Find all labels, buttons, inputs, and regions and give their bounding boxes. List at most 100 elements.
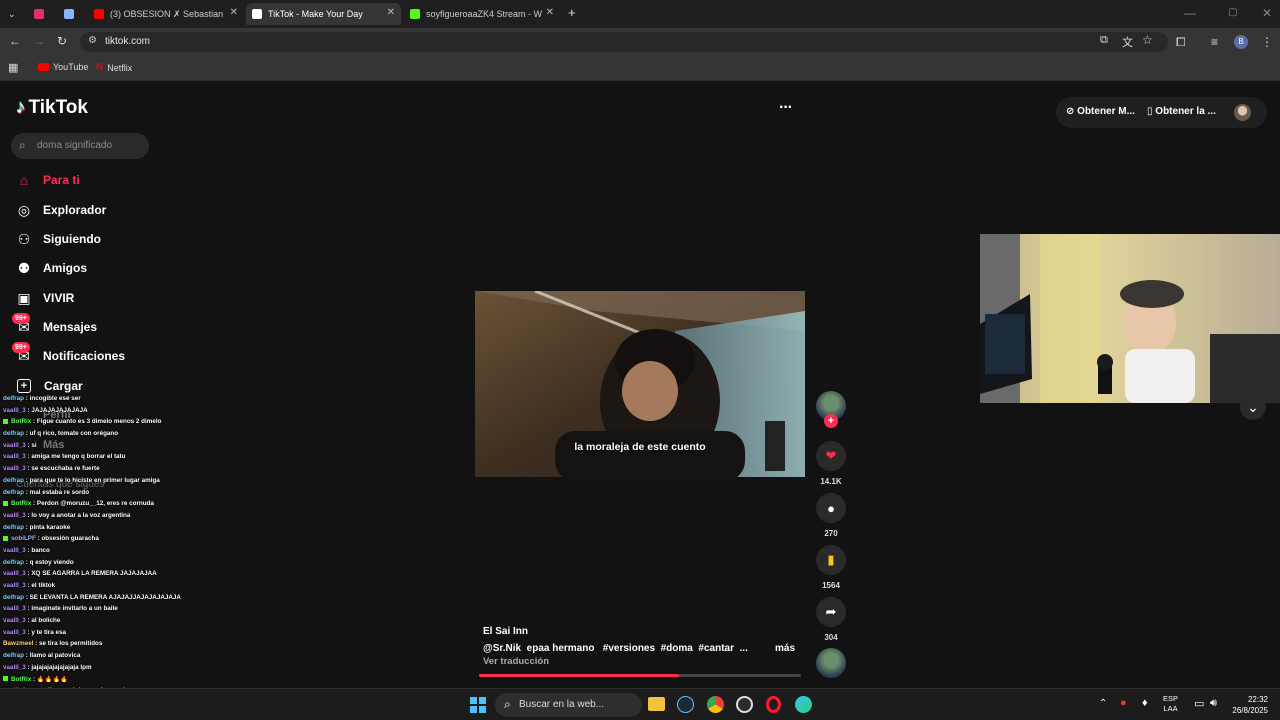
chat-text: : si bbox=[25, 441, 37, 449]
chat-message: vaalll_3 : el tiktok bbox=[0, 580, 260, 592]
share-icon[interactable]: ➦ bbox=[816, 597, 846, 627]
more-link[interactable]: más bbox=[775, 643, 795, 654]
nav-mensajes[interactable]: ✉ 99+ Mensajes bbox=[12, 313, 97, 339]
chat-username: vaalll_3 bbox=[3, 406, 26, 414]
chat-username: delfrap bbox=[3, 593, 24, 601]
video-caption: la moraleja de este cuento bbox=[574, 441, 706, 453]
tab-youtube[interactable]: (3) OBSESION ✗ Sebastian ✕ bbox=[88, 3, 244, 25]
chat-text: : se escuchaba re fuerte bbox=[25, 465, 100, 473]
chat-message: vaalll_3 : jajajajajajajajaja lpm bbox=[0, 662, 260, 674]
forward-icon[interactable]: → bbox=[33, 34, 45, 48]
extensions-icon[interactable]: ⧠ bbox=[1176, 35, 1186, 49]
chat-text: : para que te lo hiciste en primer lugar… bbox=[24, 476, 160, 484]
taskbar-search[interactable]: ⌕ Buscar en la web... bbox=[495, 693, 642, 717]
search-input[interactable]: doma significado bbox=[37, 140, 112, 151]
install-icon[interactable]: ⧉ bbox=[1100, 34, 1108, 47]
save-action[interactable]: ▮ 1564 bbox=[816, 545, 846, 590]
heart-icon[interactable]: ❤ bbox=[816, 441, 846, 471]
get-coins-button[interactable]: ⊘ Obtener M... bbox=[1066, 106, 1135, 117]
chat-text: : lo voy a anotar a la voz argentina bbox=[25, 511, 131, 519]
get-app-button[interactable]: ▯ Obtener la ... bbox=[1147, 106, 1216, 117]
tab-title: TikTok - Make Your Day bbox=[268, 9, 363, 19]
search-box[interactable]: ⌕ doma significado bbox=[11, 133, 149, 159]
user-avatar[interactable] bbox=[1234, 104, 1251, 121]
microphone-icon[interactable]: ♦ bbox=[1142, 697, 1148, 709]
nav-siguiendo[interactable]: ⚇ Siguiendo bbox=[15, 227, 101, 251]
address-bar[interactable]: ⚙ tiktok.com ⧉ 文 ☆ bbox=[80, 32, 1168, 52]
file-explorer-icon[interactable] bbox=[648, 697, 665, 711]
bookmark-star-icon[interactable]: ☆ bbox=[1142, 33, 1153, 47]
reload-icon[interactable]: ↻ bbox=[57, 34, 67, 48]
reading-list-icon[interactable]: ≡ bbox=[1211, 35, 1218, 49]
video-player[interactable]: la moraleja de este cuento bbox=[475, 291, 805, 477]
like-action[interactable]: ❤ 14.1K bbox=[816, 441, 846, 486]
menu-icon[interactable]: ⋮ bbox=[1261, 35, 1273, 49]
nav-label: VIVIR bbox=[43, 291, 75, 305]
comment-icon[interactable]: ● bbox=[816, 493, 846, 523]
close-tab-icon[interactable]: ✕ bbox=[541, 7, 554, 18]
nav-para-ti[interactable]: ⌂ Para ti bbox=[15, 168, 80, 192]
tray-overflow-icon[interactable]: ⌃ bbox=[1099, 698, 1107, 709]
edge-icon[interactable] bbox=[795, 696, 812, 713]
chat-message: delfrap : SE LEVANTA LA REMERA AJAJAJJAJ… bbox=[0, 592, 260, 604]
close-tab-icon[interactable]: ✕ bbox=[225, 7, 238, 18]
chat-text: : al boliche bbox=[25, 617, 61, 625]
translate-link[interactable]: Ver traducción bbox=[483, 656, 549, 667]
home-icon: ⌂ bbox=[19, 172, 29, 188]
site-info-icon[interactable]: ⚙ bbox=[88, 35, 97, 46]
back-icon[interactable]: ← bbox=[9, 34, 21, 48]
close-window-icon[interactable]: ✕ bbox=[1262, 6, 1272, 20]
following-icon: ⚇ bbox=[17, 230, 31, 247]
tab-tiktok[interactable]: TikTok - Make Your Day ✕ bbox=[246, 3, 401, 25]
tab-kick[interactable]: soyfigueroaaZK4 Stream - Wat ✕ bbox=[404, 3, 560, 25]
new-tab-icon[interactable]: + bbox=[568, 6, 576, 20]
nav-vivir[interactable]: ▣ VIVIR bbox=[15, 286, 74, 310]
profile-avatar[interactable]: B bbox=[1234, 35, 1248, 49]
tab-instagram[interactable] bbox=[28, 3, 54, 25]
video-description: @Sr.Nik epaa hermano #versiones #doma #c… bbox=[483, 643, 748, 654]
volume-icon[interactable]: 🔊︎ bbox=[1210, 697, 1217, 710]
bookmark-icon[interactable]: ▮ bbox=[816, 545, 846, 575]
chat-username: delfrap bbox=[3, 476, 24, 484]
apps-grid-icon[interactable]: ▦ bbox=[8, 61, 18, 75]
comment-action[interactable]: ● 270 bbox=[816, 493, 846, 538]
share-action[interactable]: ➦ 304 bbox=[816, 597, 846, 642]
youtube-icon bbox=[38, 63, 49, 71]
nav-amigos[interactable]: ⚉ Amigos bbox=[15, 256, 87, 280]
video-author[interactable]: El Sai Inn bbox=[483, 626, 528, 637]
opera-icon[interactable] bbox=[766, 696, 781, 713]
minimize-icon[interactable]: — bbox=[1184, 6, 1196, 20]
chrome-icon[interactable] bbox=[707, 696, 724, 713]
maximize-icon[interactable]: ▢ bbox=[1228, 6, 1237, 20]
tab-title: (3) OBSESION ✗ Sebastian bbox=[110, 8, 224, 19]
chat-text: : pinta karaoke bbox=[24, 523, 71, 531]
clock[interactable]: 22:32 26/8/2025 bbox=[1222, 694, 1268, 716]
bookmark-netflix[interactable]: N Netflix bbox=[96, 62, 132, 73]
nav-label: Cargar bbox=[44, 379, 83, 393]
chat-text: : Perdon @moruzu__12, eres re cornuda bbox=[31, 500, 154, 508]
network-icon[interactable]: ▭ bbox=[1194, 697, 1204, 710]
steam-icon[interactable] bbox=[677, 696, 694, 713]
tray-app-icon[interactable]: ● bbox=[1120, 697, 1127, 709]
browser-tab-bar: ⌄ (3) OBSESION ✗ Sebastian ✕ TikTok - Ma… bbox=[0, 0, 1280, 28]
taskbar-search-input[interactable]: Buscar en la web... bbox=[519, 699, 604, 710]
music-disc[interactable] bbox=[816, 648, 846, 678]
video-progress-track[interactable] bbox=[479, 674, 801, 677]
translate-icon[interactable]: 文 bbox=[1122, 34, 1133, 50]
start-icon[interactable] bbox=[470, 697, 486, 713]
language-indicator[interactable]: ESP LAA bbox=[1163, 694, 1178, 714]
tab-generic[interactable] bbox=[58, 3, 84, 25]
nav-notificaciones[interactable]: ✉ 99+ Notificaciones bbox=[12, 342, 125, 368]
obs-icon[interactable] bbox=[736, 696, 753, 713]
close-tab-icon[interactable]: ✕ bbox=[387, 7, 395, 18]
follow-plus-icon[interactable]: + bbox=[824, 414, 838, 428]
tiktok-logo[interactable]: ♪ TikTok bbox=[16, 97, 88, 119]
chat-message: vaalll_3 : y te tira esa bbox=[0, 627, 260, 639]
more-options-icon[interactable]: ··· bbox=[779, 99, 793, 117]
chat-text: : mal estaba re sordo bbox=[24, 488, 90, 496]
youtube-icon bbox=[94, 9, 104, 19]
nav-explorador[interactable]: ◎ Explorador bbox=[15, 198, 106, 222]
tab-search-icon[interactable]: ⌄ bbox=[8, 7, 16, 21]
bookmark-youtube[interactable]: YouTube bbox=[38, 62, 88, 72]
search-icon: ⌕ bbox=[19, 138, 26, 152]
